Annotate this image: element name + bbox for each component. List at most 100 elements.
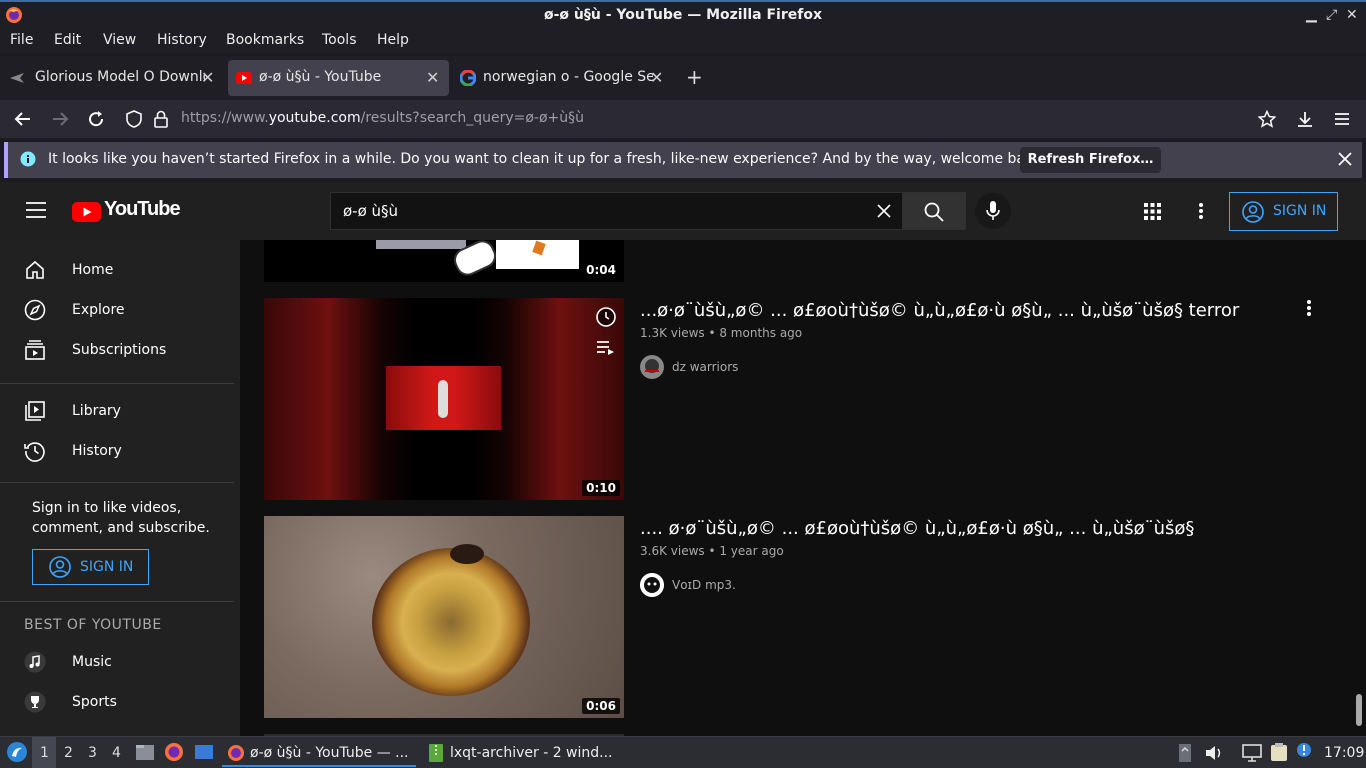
history-clock-icon bbox=[24, 440, 46, 462]
youtube-logo-icon[interactable] bbox=[72, 202, 101, 222]
tab-youtube[interactable]: ø-ø ù§ù - YouTube ✕ bbox=[228, 60, 449, 96]
compass-icon bbox=[24, 299, 46, 321]
sidebar-item-home[interactable]: Home bbox=[0, 251, 240, 291]
notification-tray-icon[interactable] bbox=[1296, 742, 1312, 758]
header-sign-in-button[interactable]: SIGN IN bbox=[1229, 192, 1338, 231]
video-duration: 0:04 bbox=[582, 262, 620, 278]
video-duration: 0:06 bbox=[582, 698, 620, 714]
window-titlebar: ø-ø ù§ù - YouTube — Mozilla Firefox ▁ ⤢ … bbox=[0, 0, 1366, 30]
channel-name[interactable]: VᴏɪD mp3. bbox=[672, 578, 736, 592]
sidebar-item-label: Home bbox=[72, 262, 114, 278]
channel-avatar[interactable] bbox=[640, 573, 664, 597]
channel-avatar[interactable] bbox=[640, 355, 664, 379]
settings-kebab-icon[interactable] bbox=[1198, 202, 1204, 220]
workspace-4[interactable]: 4 bbox=[112, 745, 121, 761]
file-manager-icon[interactable] bbox=[135, 743, 155, 761]
workspace-3[interactable]: 3 bbox=[88, 745, 97, 761]
menu-view[interactable]: View bbox=[103, 32, 136, 48]
taskbar-task-firefox[interactable]: ø-ø ù§ù - YouTube — ... bbox=[222, 739, 416, 767]
tab-bar: Glorious Model O Downlo ✕ ø-ø ù§ù - YouT… bbox=[0, 56, 1366, 100]
tracking-shield-icon[interactable] bbox=[126, 110, 142, 128]
sign-in-label: SIGN IN bbox=[1273, 203, 1327, 219]
sidebar-item-library[interactable]: Library bbox=[0, 392, 240, 432]
video-thumbnail[interactable]: 0:10 bbox=[264, 298, 624, 500]
sidebar-item-history[interactable]: History bbox=[0, 432, 240, 472]
volume-icon[interactable] bbox=[1205, 744, 1223, 762]
close-tab-icon[interactable]: ✕ bbox=[650, 68, 663, 87]
sidebar-divider bbox=[0, 482, 234, 483]
site-favicon-icon bbox=[10, 72, 26, 84]
tab-label: Glorious Model O Downlo bbox=[35, 69, 205, 85]
search-input[interactable]: ø-ø ù§ù bbox=[330, 192, 902, 230]
google-favicon-icon bbox=[460, 70, 476, 86]
menu-edit[interactable]: Edit bbox=[54, 32, 81, 48]
maximize-button[interactable]: ⤢ bbox=[1326, 7, 1337, 23]
best-of-youtube-heading: BEST OF YOUTUBE bbox=[24, 617, 162, 633]
hamburger-menu-icon[interactable] bbox=[1334, 111, 1350, 127]
start-menu-icon[interactable] bbox=[6, 741, 28, 763]
video-title[interactable]: .... ø·ø¨ùšù„ø© ... ø£øoù†ùšø© ù„ù„ø£ø·ù… bbox=[640, 518, 1194, 539]
menu-bookmarks[interactable]: Bookmarks bbox=[226, 32, 304, 48]
back-icon[interactable] bbox=[14, 110, 32, 128]
sidebar-item-sports[interactable]: Sports bbox=[0, 683, 240, 723]
sidebar-item-subscriptions[interactable]: Subscriptions bbox=[0, 331, 240, 371]
microphone-icon bbox=[986, 201, 1000, 221]
workspace-2[interactable]: 2 bbox=[64, 745, 73, 761]
tray-usb-icon[interactable] bbox=[1178, 743, 1192, 763]
apps-grid-icon[interactable] bbox=[1144, 203, 1161, 220]
workspace-1[interactable]: 1 bbox=[40, 745, 49, 761]
network-display-icon[interactable] bbox=[1242, 744, 1262, 762]
page-scrollbar-thumb[interactable] bbox=[1356, 694, 1362, 726]
menu-tools[interactable]: Tools bbox=[322, 32, 357, 48]
new-tab-icon[interactable]: + bbox=[686, 65, 703, 89]
music-icon bbox=[24, 651, 46, 673]
tab-google[interactable]: norwegian o - Google Sea ✕ bbox=[452, 60, 670, 96]
youtube-logo-text[interactable]: YouTube bbox=[104, 198, 181, 221]
watch-later-icon[interactable] bbox=[595, 306, 617, 328]
taskbar-clock: 17:09 bbox=[1324, 745, 1365, 761]
close-notification-icon[interactable] bbox=[1338, 152, 1352, 166]
close-window-button[interactable]: ✕ bbox=[1346, 7, 1358, 23]
video-menu-kebab-icon[interactable] bbox=[1306, 299, 1312, 317]
show-desktop-icon[interactable] bbox=[194, 743, 214, 761]
thumbnail-figure bbox=[438, 380, 448, 418]
trophy-icon bbox=[24, 691, 46, 713]
downloads-icon[interactable] bbox=[1296, 110, 1314, 128]
sidebar-item-explore[interactable]: Explore bbox=[0, 291, 240, 331]
menu-help[interactable]: Help bbox=[377, 32, 409, 48]
video-thumbnail[interactable]: 0:06 bbox=[264, 516, 624, 718]
close-tab-icon[interactable]: ✕ bbox=[426, 68, 439, 87]
guide-menu-icon[interactable] bbox=[26, 202, 46, 218]
sidebar-item-label: History bbox=[72, 443, 122, 459]
firefox-launcher-icon[interactable] bbox=[164, 742, 184, 762]
menu-file[interactable]: File bbox=[10, 32, 33, 48]
search-button[interactable] bbox=[902, 192, 966, 230]
minimize-button[interactable]: ▁ bbox=[1306, 7, 1317, 23]
account-icon bbox=[1242, 201, 1264, 223]
close-tab-icon[interactable]: ✕ bbox=[201, 68, 214, 87]
sidebar-item-music[interactable]: Music bbox=[0, 643, 240, 683]
sidebar-item-label: Subscriptions bbox=[72, 342, 167, 358]
tab-glorious[interactable]: Glorious Model O Downlo ✕ bbox=[4, 60, 222, 96]
address-bar[interactable]: https://www.youtube.com/results?search_q… bbox=[118, 104, 1288, 134]
bookmark-star-icon[interactable] bbox=[1258, 110, 1276, 128]
forward-icon[interactable] bbox=[51, 110, 69, 128]
clear-search-icon[interactable] bbox=[877, 204, 891, 218]
archiver-task-icon bbox=[428, 743, 444, 763]
lock-icon[interactable] bbox=[154, 110, 168, 128]
youtube-header: YouTube ø-ø ù§ù SIGN IN bbox=[0, 182, 1366, 240]
task-label: ø-ø ù§ù - YouTube — ... bbox=[250, 745, 409, 761]
refresh-firefox-button[interactable]: Refresh Firefox… bbox=[1020, 147, 1161, 173]
video-title[interactable]: ...ø·ø¨ùšù„ø© ... ø£øoù†ùšø© ù„ù„ø£ø·ù ø… bbox=[640, 300, 1239, 321]
taskbar-task-archiver[interactable]: lxqt-archiver - 2 wind... bbox=[422, 739, 616, 767]
video-thumbnail[interactable]: 0:04 bbox=[264, 240, 624, 282]
menu-history[interactable]: History bbox=[157, 32, 207, 48]
channel-name[interactable]: dz warriors bbox=[672, 360, 738, 374]
voice-search-button[interactable] bbox=[975, 193, 1011, 229]
add-to-queue-icon[interactable] bbox=[596, 340, 616, 356]
sign-in-prompt: Sign in to like videos, comment, and sub… bbox=[32, 500, 210, 536]
video-duration: 0:10 bbox=[582, 480, 620, 496]
clipboard-icon[interactable] bbox=[1270, 742, 1288, 762]
sidebar-sign-in-button[interactable]: SIGN IN bbox=[32, 549, 149, 585]
reload-icon[interactable] bbox=[87, 110, 105, 128]
